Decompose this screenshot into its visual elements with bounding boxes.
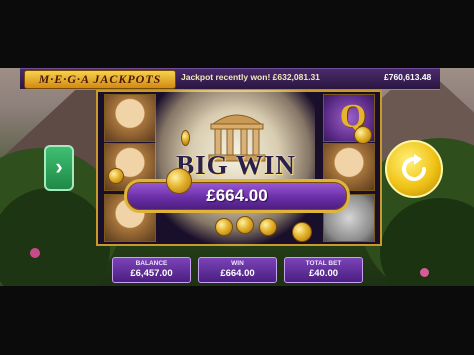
- refresh-arrow-icon: [402, 154, 427, 182]
- next-arrow-button[interactable]: ›: [44, 145, 74, 191]
- gold-coin-icon: [259, 218, 277, 236]
- total-bet-box[interactable]: TOTAL BET £40.00: [284, 257, 363, 283]
- gold-coin-icon: [236, 216, 254, 234]
- letterbox-bottom: [0, 286, 474, 355]
- spin-button[interactable]: [385, 140, 443, 198]
- balance-box: BALANCE £6,457.00: [112, 257, 191, 283]
- mega-jackpots-logo: M·E·G·A JACKPOTS: [24, 70, 176, 89]
- win-box: WIN £664.00: [198, 257, 277, 283]
- flower-1: [30, 248, 40, 258]
- balance-label: BALANCE: [135, 260, 168, 267]
- gold-coin-icon: [108, 168, 124, 184]
- gold-coin-icon: [215, 218, 233, 236]
- gold-coin-icon: [181, 130, 190, 146]
- gold-coin-icon: [292, 222, 312, 242]
- letterbox-top: [0, 0, 474, 68]
- total-bet-value: £40.00: [308, 268, 339, 279]
- reel-symbol-goddess: [104, 94, 156, 142]
- jackpot-recent-win-message: Jackpot recently won! £632,081.31: [181, 72, 320, 82]
- win-value: £664.00: [220, 268, 255, 279]
- flower-2: [420, 268, 429, 277]
- win-amount: £664.00: [206, 186, 268, 205]
- jackpot-amount: £760,613.48: [384, 72, 432, 82]
- gold-coin-icon: [354, 126, 372, 144]
- win-label: WIN: [231, 260, 244, 267]
- balance-value: £6,457.00: [130, 268, 173, 279]
- gold-coin-icon: [166, 168, 192, 194]
- total-bet-label: TOTAL BET: [305, 260, 342, 267]
